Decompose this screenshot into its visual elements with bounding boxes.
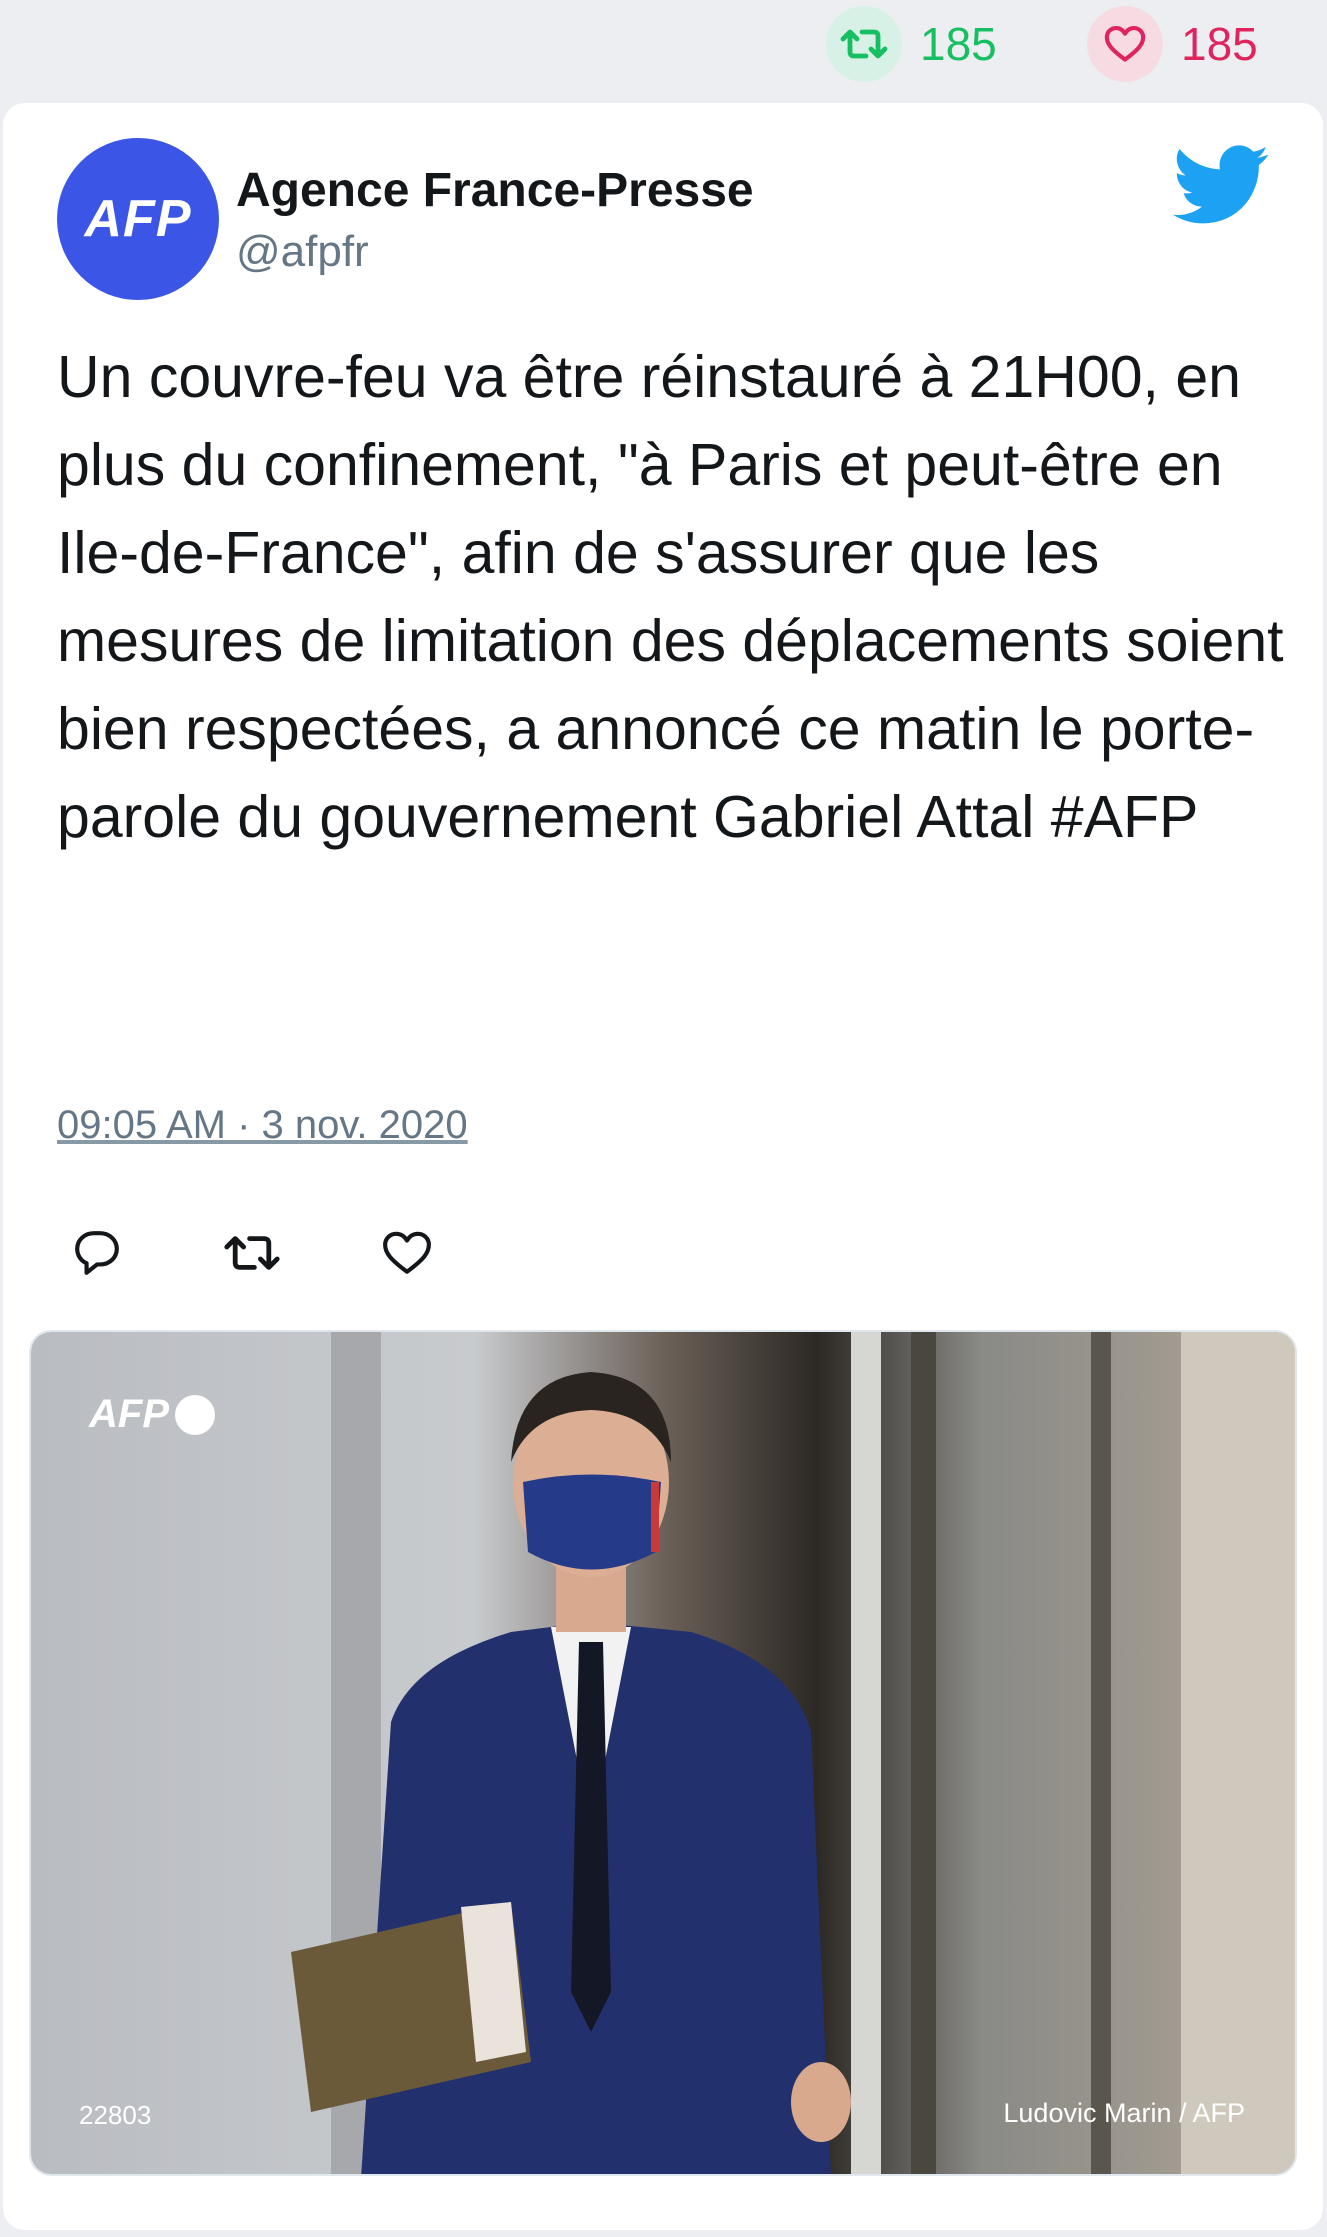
heart-icon[interactable] — [367, 1213, 447, 1293]
retweet-count: 185 — [920, 18, 997, 70]
top-stats-bar: 185 185 — [0, 0, 1327, 100]
photo-credit: Ludovic Marin / AFP — [1003, 2098, 1245, 2128]
heart-icon — [1087, 6, 1163, 82]
author-name[interactable]: Agence France-Presse — [236, 163, 754, 218]
avatar[interactable]: AFP — [57, 138, 219, 300]
retweet-stat[interactable]: 185 — [826, 6, 997, 82]
tweet-card: AFP Agence France-Presse @afpfr Un couvr… — [3, 103, 1323, 2230]
photo-image — [31, 1332, 1295, 2174]
tweet-photo[interactable]: AFP 22803 Ludovic Marin / AFP — [29, 1330, 1297, 2176]
author-handle[interactable]: @afpfr — [236, 227, 369, 277]
like-stat[interactable]: 185 — [1087, 6, 1258, 82]
reply-icon[interactable] — [57, 1213, 137, 1293]
tweet-text: Un couvre-feu va être réinstauré à 21H00… — [57, 344, 1284, 850]
like-count: 185 — [1181, 18, 1258, 70]
photo-id: 22803 — [79, 2100, 152, 2130]
photo-logo-text: AFP — [89, 1392, 169, 1436]
twitter-bird-icon[interactable] — [1172, 145, 1271, 230]
afp-logo-dot-icon — [175, 1394, 215, 1435]
tweet-timestamp[interactable]: 09:05 AM · 3 nov. 2020 — [57, 1103, 468, 1148]
retweet-icon — [826, 6, 902, 82]
photo-afp-logo: AFP — [89, 1392, 215, 1437]
retweet-icon[interactable] — [212, 1213, 292, 1293]
